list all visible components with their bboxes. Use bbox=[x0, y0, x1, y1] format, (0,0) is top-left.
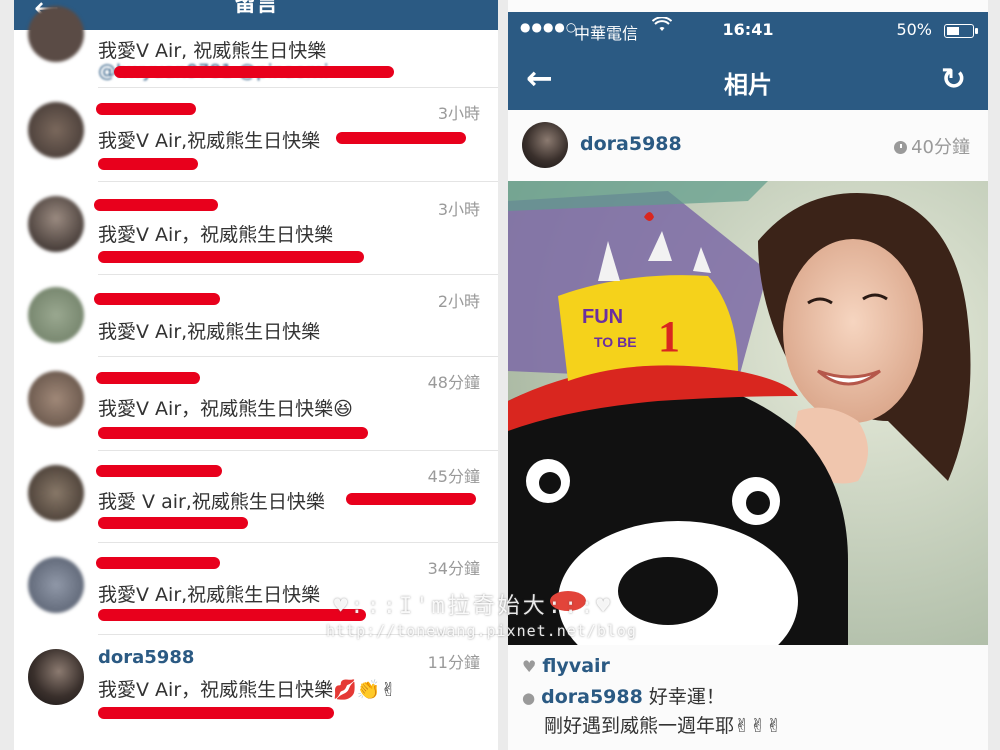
redaction-mark bbox=[114, 66, 394, 78]
redaction-mark bbox=[94, 293, 220, 305]
post-header: dora5988 40分鐘 bbox=[508, 118, 988, 174]
comment-time: 34分鐘 bbox=[427, 559, 480, 578]
avatar[interactable] bbox=[28, 6, 84, 62]
avatar[interactable] bbox=[28, 649, 84, 705]
page-title: 相片 bbox=[724, 71, 772, 99]
comment-text: 我愛V Air,祝威熊生日快樂 bbox=[98, 321, 321, 343]
avatar[interactable] bbox=[28, 557, 84, 613]
redaction-mark bbox=[98, 427, 368, 439]
comment-time: 2小時 bbox=[437, 292, 480, 311]
refresh-icon[interactable]: ↻ bbox=[941, 62, 966, 97]
comment-text-line2: 剛好遇到威熊一週年耶✌✌✌ bbox=[544, 715, 782, 737]
comments-title: 留言 bbox=[233, 0, 278, 17]
redaction-mark bbox=[346, 493, 476, 505]
comment-item: 45分鐘 我愛 V air,祝威熊生日快樂 bbox=[14, 451, 498, 543]
comment-text: 我愛V Air，祝威熊生日快樂 bbox=[98, 224, 334, 246]
redaction-mark bbox=[336, 132, 466, 144]
comment-username[interactable]: dora5988 bbox=[541, 686, 643, 708]
comment-username[interactable]: dora5988 bbox=[98, 647, 194, 668]
status-bar: ●●●●○ 中華電信 16:41 50% bbox=[508, 12, 988, 50]
comment-text: 我愛V Air，祝威熊生日快樂💋👏✌ bbox=[98, 675, 396, 702]
comment-item: 48分鐘 我愛V Air，祝威熊生日快樂😆 bbox=[14, 357, 498, 451]
avatar[interactable] bbox=[28, 196, 84, 252]
redaction-mark bbox=[96, 103, 196, 115]
comment-text: 我愛V Air, 祝威熊生日快樂 bbox=[98, 40, 327, 62]
comment-text: 我愛 V air,祝威熊生日快樂 bbox=[98, 491, 325, 513]
comment-item: 2小時 我愛V Air,祝威熊生日快樂 bbox=[14, 275, 498, 357]
comment-text: 好幸運！ bbox=[648, 686, 725, 708]
battery-percent: 50% bbox=[896, 20, 932, 39]
comment-time: 3小時 bbox=[437, 200, 480, 219]
redaction-mark bbox=[98, 609, 366, 621]
post-username[interactable]: dora5988 bbox=[580, 133, 682, 155]
heart-icon[interactable]: ♥ bbox=[522, 657, 536, 676]
comment-text: 我愛V Air,祝威熊生日快樂 bbox=[98, 584, 321, 606]
redaction-mark bbox=[94, 199, 218, 211]
redaction-mark bbox=[96, 372, 200, 384]
photo-illustration: FUN TO BE 1 bbox=[508, 181, 988, 645]
battery-fill bbox=[947, 27, 959, 35]
redaction-mark bbox=[98, 251, 364, 263]
watermark-title: ♥:::I'm拉奇始大:::♥ bbox=[334, 594, 613, 619]
hat-text-to-be: TO BE bbox=[594, 334, 637, 350]
watermark-url: http://tonewang.pixnet.net/blog bbox=[326, 622, 637, 640]
liker-username[interactable]: flyvair bbox=[542, 655, 610, 677]
kiss-clap-peace-emoji-icon: 💋👏✌ bbox=[333, 679, 397, 701]
avatar[interactable] bbox=[522, 122, 568, 168]
avatar[interactable] bbox=[28, 102, 84, 158]
comment-time: 3小時 bbox=[437, 104, 480, 123]
battery-icon bbox=[944, 24, 978, 38]
clock-icon bbox=[894, 141, 908, 154]
hat-text-fun: FUN bbox=[582, 306, 623, 328]
comment-item: 我愛V Air, 祝威熊生日快樂 @hwyuan9781 @pinaomi bbox=[14, 6, 498, 88]
laughing-emoji-icon: 😆 bbox=[333, 398, 353, 420]
nav-bar: ← 相片 ↻ bbox=[508, 50, 988, 110]
redaction-mark bbox=[96, 557, 220, 569]
comment-text: 我愛V Air，祝威熊生日快樂😆 bbox=[98, 394, 353, 421]
comment-item: 3小時 我愛V Air，祝威熊生日快樂 bbox=[14, 182, 498, 275]
comment-bubble-icon[interactable]: ● bbox=[522, 689, 535, 707]
avatar[interactable] bbox=[28, 371, 84, 427]
avatar[interactable] bbox=[28, 465, 84, 521]
comment-item: 3小時 我愛V Air,祝威熊生日快樂 bbox=[14, 88, 498, 182]
comment-time: 48分鐘 bbox=[427, 373, 480, 392]
post-time: 40分鐘 bbox=[894, 133, 970, 159]
comment-time: 45分鐘 bbox=[427, 467, 480, 486]
redaction-mark bbox=[96, 465, 222, 477]
comment-text-body: 我愛V Air，祝威熊生日快樂 bbox=[98, 679, 334, 701]
redaction-mark bbox=[98, 517, 248, 529]
comment-text: 我愛V Air,祝威熊生日快樂 bbox=[98, 130, 321, 152]
comment-item: dora5988 11分鐘 我愛V Air，祝威熊生日快樂💋👏✌ bbox=[14, 635, 498, 750]
post-photo[interactable]: FUN TO BE 1 bbox=[508, 181, 988, 645]
redaction-mark bbox=[98, 158, 198, 170]
comment-text-body: 我愛V Air，祝威熊生日快樂 bbox=[98, 398, 334, 420]
likes-row: ♥ flyvair bbox=[522, 655, 610, 677]
hat-number: 1 bbox=[658, 312, 680, 361]
redaction-mark bbox=[98, 707, 334, 719]
post-time-text: 40分鐘 bbox=[911, 137, 970, 158]
post-comment: ● dora5988 好幸運！ 剛好遇到威熊一週年耶✌✌✌ bbox=[522, 683, 782, 740]
avatar[interactable] bbox=[28, 287, 84, 343]
comment-time: 11分鐘 bbox=[427, 653, 480, 672]
